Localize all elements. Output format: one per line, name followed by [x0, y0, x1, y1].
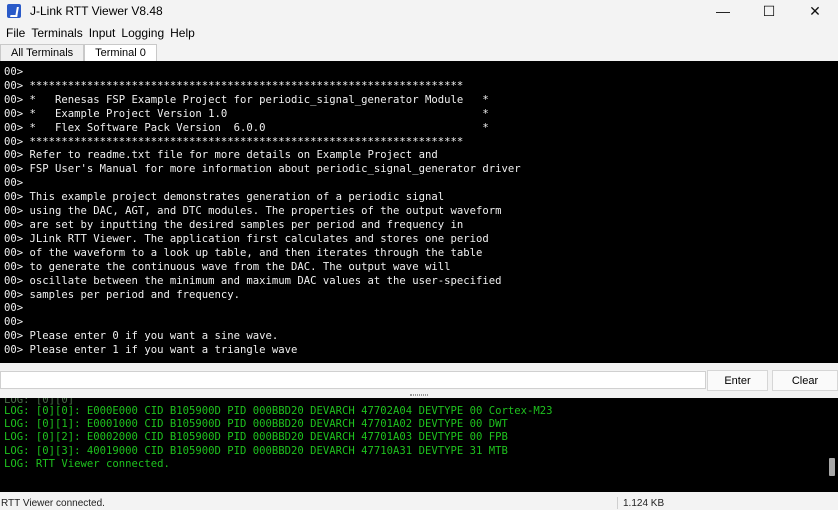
log-line: LOG: [0][0]: E000E000 CID B105900D PID 0…	[4, 405, 553, 417]
terminal-line: 00>	[4, 66, 24, 78]
minimize-button[interactable]: —	[700, 0, 746, 22]
terminal-line: 00> Please enter 0 if you want a sine wa…	[4, 330, 279, 343]
tab-all-terminals[interactable]: All Terminals	[0, 44, 85, 61]
tab-terminal-0[interactable]: Terminal 0	[84, 44, 157, 61]
terminal-tabs: All Terminals Terminal 0	[0, 44, 157, 61]
enter-button[interactable]: Enter	[707, 370, 768, 391]
terminal-line: 00> using the DAC, AGT, and DTC modules.…	[4, 205, 502, 218]
status-divider	[617, 497, 618, 509]
terminal-line: 00> This example project demonstrates ge…	[4, 191, 445, 204]
log-output: LOG: [0][0] LOG: [0][0]: E000E000 CID B10…	[0, 398, 838, 492]
terminal-line: 00> ************************************…	[4, 79, 464, 92]
status-bar: RTT Viewer connected. 1.124 KB	[0, 496, 838, 510]
input-row: Enter Clear	[0, 370, 838, 391]
terminal-input-field[interactable]	[0, 371, 706, 389]
jlink-app-icon	[7, 4, 21, 18]
terminal-line: 00>	[4, 316, 24, 329]
title-bar: J-Link RTT Viewer V8.48 — ☐ ✕	[0, 0, 838, 22]
menu-terminals[interactable]: Terminals	[28, 26, 85, 40]
log-line-partial: LOG: [0][0]	[4, 398, 75, 405]
terminal-line: 00> FSP User's Manual for more informati…	[4, 163, 521, 176]
menu-input[interactable]: Input	[86, 26, 119, 40]
clear-button[interactable]: Clear	[772, 370, 838, 391]
terminal-line: 00> ************************************…	[4, 135, 464, 148]
terminal-line: 00> Refer to readme.txt file for more de…	[4, 149, 438, 162]
log-scrollbar[interactable]	[826, 398, 838, 492]
terminal-line: 00> Please enter 1 if you want a triangl…	[4, 344, 298, 357]
terminal-line: 00> * Renesas FSP Example Project for pe…	[4, 93, 489, 106]
data-size-readout: 1.124 KB	[623, 498, 665, 509]
status-message: RTT Viewer connected.	[1, 498, 105, 509]
terminal-line: 00> * Flex Software Pack Version 6.0.0 *	[4, 121, 489, 134]
terminal-line: 00>	[4, 177, 24, 190]
maximize-button[interactable]: ☐	[746, 0, 792, 22]
menu-logging[interactable]: Logging	[118, 26, 167, 40]
menu-file[interactable]: File	[3, 26, 28, 40]
terminal-line: 00> JLink RTT Viewer. The application fi…	[4, 232, 489, 245]
terminal-line: 00> are set by inputting the desired sam…	[4, 218, 464, 231]
menu-help[interactable]: Help	[167, 26, 198, 40]
window-title: J-Link RTT Viewer V8.48	[30, 4, 163, 18]
terminal-line: 00> to generate the continuous wave from…	[4, 260, 451, 273]
log-line: LOG: [0][2]: E0002000 CID B105900D PID 0…	[4, 431, 508, 444]
terminal-output: 00> 00> *********************************…	[0, 61, 838, 363]
close-button[interactable]: ✕	[792, 0, 838, 22]
log-line: LOG: [0][3]: 40019000 CID B105900D PID 0…	[4, 444, 508, 457]
terminal-line: 00> of the waveform to a look up table, …	[4, 246, 483, 259]
menu-bar: File Terminals Input Logging Help	[0, 24, 198, 42]
window-controls: — ☐ ✕	[700, 0, 838, 22]
log-scroll-thumb[interactable]	[829, 458, 835, 476]
log-line: LOG: [0][1]: E0001000 CID B105900D PID 0…	[4, 418, 508, 431]
terminal-line: 00> samples per period and frequency.	[4, 288, 240, 301]
log-line: LOG: RTT Viewer connected.	[4, 457, 170, 470]
terminal-line: 00>	[4, 302, 24, 315]
terminal-line: 00> oscillate between the minimum and ma…	[4, 274, 502, 287]
splitter-grip-icon[interactable]	[410, 394, 428, 396]
terminal-line: 00> * Example Project Version 1.0 *	[4, 107, 489, 120]
